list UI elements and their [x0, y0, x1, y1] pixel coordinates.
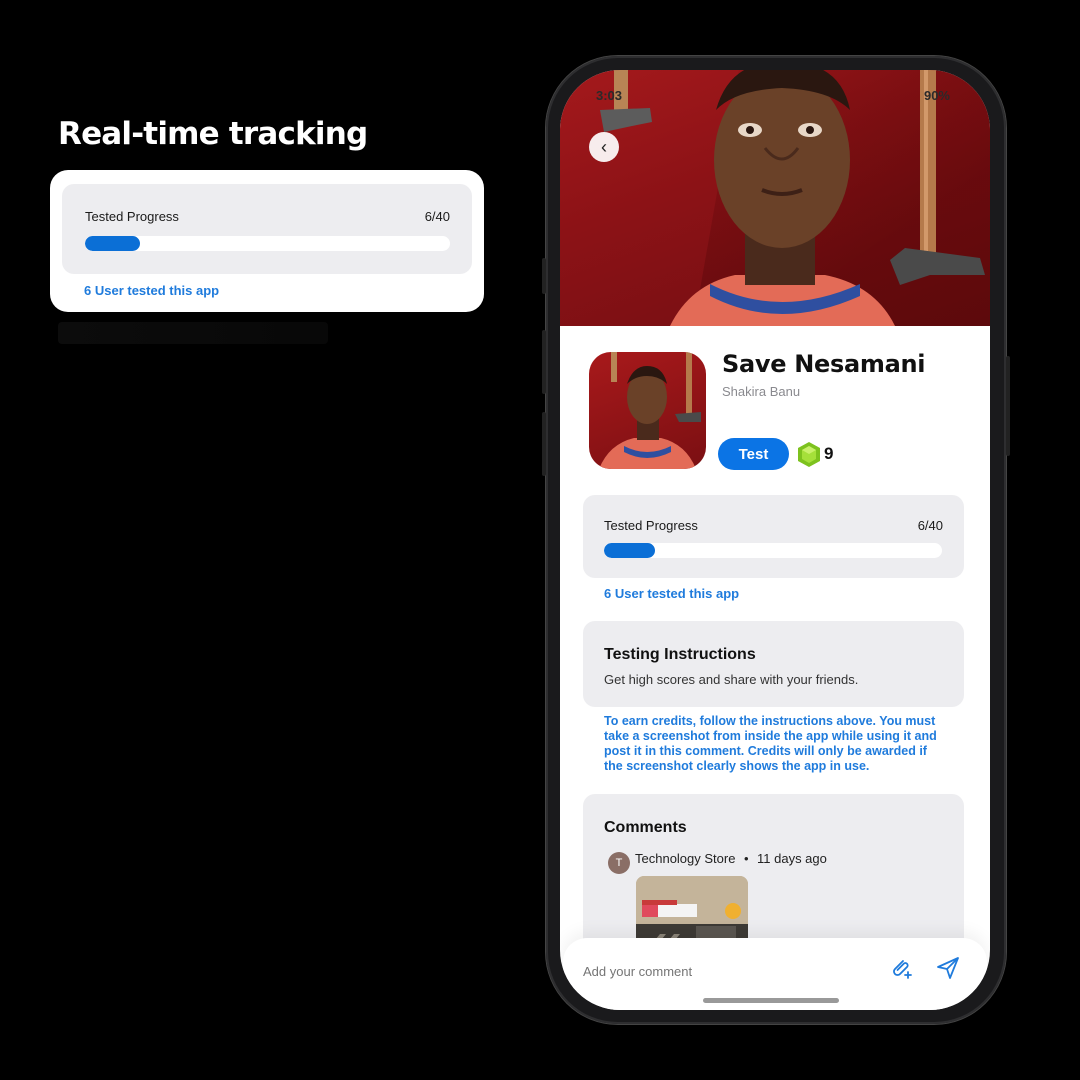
status-battery: 90%	[923, 88, 950, 103]
character-illustration	[670, 70, 895, 326]
app-icon	[589, 352, 706, 469]
credits-notice: To earn credits, follow the instructions…	[604, 714, 937, 773]
attach-image-icon[interactable]	[889, 956, 913, 980]
promo-progress-label: Tested Progress	[85, 209, 179, 224]
phone-screen: 3:03 90% ‹ Save Nesamani Shakira Banu Te…	[560, 70, 990, 1010]
gem-icon	[798, 442, 820, 467]
back-button[interactable]: ‹	[589, 132, 619, 162]
phone-action-button	[542, 258, 546, 294]
home-indicator	[703, 998, 839, 1003]
comment-separator: •	[744, 851, 749, 866]
promo-progress-track	[85, 236, 450, 251]
promo-progress-count: 6/40	[424, 209, 450, 224]
instructions-title: Testing Instructions	[604, 646, 756, 663]
avatar[interactable]: T	[608, 852, 630, 874]
app-name: Save Nesamani	[722, 350, 926, 378]
send-icon[interactable]	[935, 955, 961, 981]
comment-author[interactable]: Technology Store	[635, 851, 735, 866]
comments-title: Comments	[604, 819, 687, 836]
promo-users-tested-link[interactable]: 6 User tested this app	[84, 283, 219, 298]
phone-power-button	[1006, 356, 1010, 456]
app-author: Shakira Banu	[722, 384, 801, 399]
promo-progress-card: Tested Progress 6/40 6 User tested this …	[50, 170, 484, 312]
promo-title: Real-time tracking	[58, 116, 368, 152]
phone-volume-down	[542, 412, 546, 476]
promo-progress-box: Tested Progress 6/40	[62, 184, 472, 274]
instructions-text: Get high scores and share with your frie…	[604, 672, 859, 687]
hero-illustration	[600, 70, 985, 326]
hero-banner: 3:03 90% ‹	[560, 70, 990, 326]
progress-card: Tested Progress 6/40	[583, 495, 964, 578]
comment-time: 11 days ago	[757, 851, 827, 866]
comment-input[interactable]	[583, 960, 873, 982]
progress-label: Tested Progress	[604, 518, 698, 533]
promo-progress-fill	[85, 236, 140, 251]
gem-count: 9	[824, 444, 834, 463]
comment-composer	[563, 938, 987, 1010]
users-tested-link[interactable]: 6 User tested this app	[604, 586, 739, 601]
status-bar: 3:03 90%	[560, 84, 990, 106]
progress-count: 6/40	[917, 518, 943, 533]
app-icon-illustration	[599, 352, 701, 469]
chevron-left-icon: ‹	[601, 136, 607, 157]
test-button[interactable]: Test	[718, 438, 789, 470]
phone-volume-up	[542, 330, 546, 394]
progress-track	[604, 543, 942, 558]
status-time: 3:03	[596, 88, 623, 103]
instructions-card: Testing Instructions Get high scores and…	[583, 621, 964, 707]
progress-fill	[604, 543, 655, 558]
promo-reflection	[58, 322, 328, 344]
